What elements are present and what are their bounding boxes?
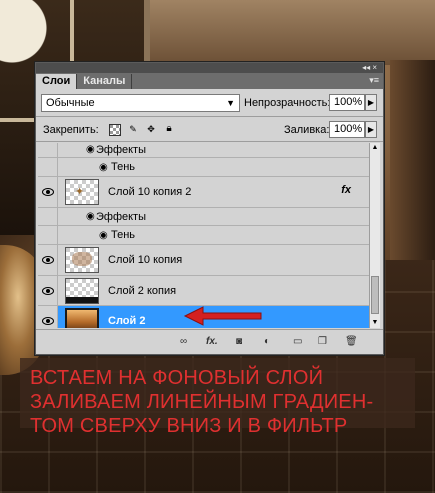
layer-row[interactable]: Слой 10 копия (38, 245, 371, 276)
tab-layers[interactable]: Слои (36, 74, 78, 89)
layer-row[interactable]: Слой 2 копия (38, 276, 371, 306)
opacity-label: Непрозрачность: (244, 97, 331, 109)
effects-label: Эффекты (96, 144, 147, 156)
layers-toolbar: ∞ fx. ◙ ◐ ▭ ❐ 🗑︎ (36, 329, 383, 354)
fx-icon[interactable]: fx (341, 184, 351, 196)
divider (36, 116, 383, 117)
layers-scrollbar[interactable]: ▲ ▼ (369, 143, 380, 328)
instruction-line-3: ТОМ СВЕРХУ ВНИЗ И В ФИЛЬТР (30, 415, 348, 437)
eye-icon[interactable] (38, 245, 58, 275)
lock-all-icon[interactable]: 🔒︎ (163, 124, 175, 136)
eye-icon[interactable] (38, 226, 58, 244)
eye-icon[interactable] (38, 208, 58, 225)
instruction-line-1: ВСТАЕМ НА ФОНОВЫЙ СЛОЙ (30, 367, 324, 389)
eye-icon[interactable] (38, 276, 58, 305)
eye-icon[interactable] (38, 143, 58, 157)
link-icon[interactable]: ∞ (180, 336, 187, 347)
eye-icon[interactable]: ◉ (99, 162, 108, 173)
scroll-thumb[interactable] (371, 276, 379, 314)
scroll-down-icon[interactable]: ▼ (370, 318, 380, 328)
fill-label: Заливка: (284, 124, 330, 136)
layer-thumbnail (65, 247, 99, 273)
lock-icons: ✎ ✥ 🔒︎ (109, 124, 175, 136)
layer-thumbnail: ✦ (65, 179, 99, 205)
layer-name[interactable]: Слой 10 копия (108, 253, 182, 267)
panel-tabs: Слои Каналы ▾≡ (36, 73, 383, 89)
instruction-caption: ВСТАЕМ НА ФОНОВЫЙ СЛОЙ ЗАЛИВАЕМ ЛИНЕЙНЫМ… (20, 358, 415, 437)
eye-icon[interactable] (38, 158, 58, 176)
blend-mode-select[interactable]: Обычные ▼ (41, 94, 240, 112)
effects-row[interactable]: ◉ Эффекты (38, 143, 371, 158)
eye-icon[interactable]: ◉ (86, 144, 95, 155)
layer-thumbnail (65, 308, 99, 328)
divider (36, 141, 383, 142)
panel-controls[interactable]: ◂◂ × (362, 63, 377, 73)
effect-label: Тень (111, 229, 136, 241)
folder-icon[interactable]: ▭ (293, 336, 302, 347)
layer-name[interactable]: Слой 2 копия (108, 284, 176, 298)
lock-label: Закрепить: (43, 124, 99, 136)
instruction-line-2: ЗАЛИВАЕМ ЛИНЕЙНЫМ ГРАДИЕН- (30, 391, 374, 413)
trash-icon[interactable]: 🗑︎ (345, 336, 358, 347)
blend-mode-value: Обычные (46, 97, 95, 109)
panel-titlebar[interactable]: ◂◂ × (36, 63, 383, 73)
adjustment-icon[interactable]: ◐ (264, 336, 270, 347)
opacity-arrow-icon[interactable]: ▶ (365, 94, 377, 111)
opacity-input[interactable]: 100% (329, 94, 365, 111)
layers-list: ◉ Эффекты ◉ Тень ✦ Слой 10 копия 2 fx ◉ … (38, 143, 371, 328)
eye-icon[interactable]: ◉ (86, 211, 95, 222)
panel-menu-icon[interactable]: ▾≡ (369, 75, 379, 86)
scroll-up-icon[interactable]: ▲ (370, 143, 380, 153)
layer-name[interactable]: Слой 10 копия 2 (108, 185, 191, 199)
lock-brush-icon[interactable]: ✎ (127, 124, 139, 136)
eye-icon[interactable]: ◉ (99, 230, 108, 241)
fill-input[interactable]: 100% (329, 121, 365, 138)
effect-row[interactable]: ◉ Тень (38, 226, 371, 245)
effect-row[interactable]: ◉ Тень (38, 158, 371, 177)
tab-channels[interactable]: Каналы (77, 74, 133, 89)
chevron-down-icon: ▼ (226, 98, 235, 108)
lock-transparent-icon[interactable] (109, 124, 121, 136)
fill-arrow-icon[interactable]: ▶ (365, 121, 377, 138)
layer-row[interactable]: ✦ Слой 10 копия 2 fx (38, 177, 371, 208)
background-right (390, 60, 435, 260)
mask-icon[interactable]: ◙ (236, 336, 242, 347)
eye-icon[interactable] (38, 306, 58, 328)
eye-icon[interactable] (38, 177, 58, 207)
effects-label: Эффекты (96, 211, 147, 223)
add-style-button[interactable]: fx. (206, 336, 218, 347)
layer-thumbnail (65, 278, 99, 304)
effects-row[interactable]: ◉ Эффекты (38, 208, 371, 226)
effect-label: Тень (111, 161, 136, 173)
background-wall (150, 0, 435, 65)
lock-move-icon[interactable]: ✥ (145, 124, 157, 136)
layer-name[interactable]: Слой 2 (108, 314, 145, 328)
arrow-left-icon (183, 306, 262, 326)
new-layer-icon[interactable]: ❐ (318, 336, 327, 347)
